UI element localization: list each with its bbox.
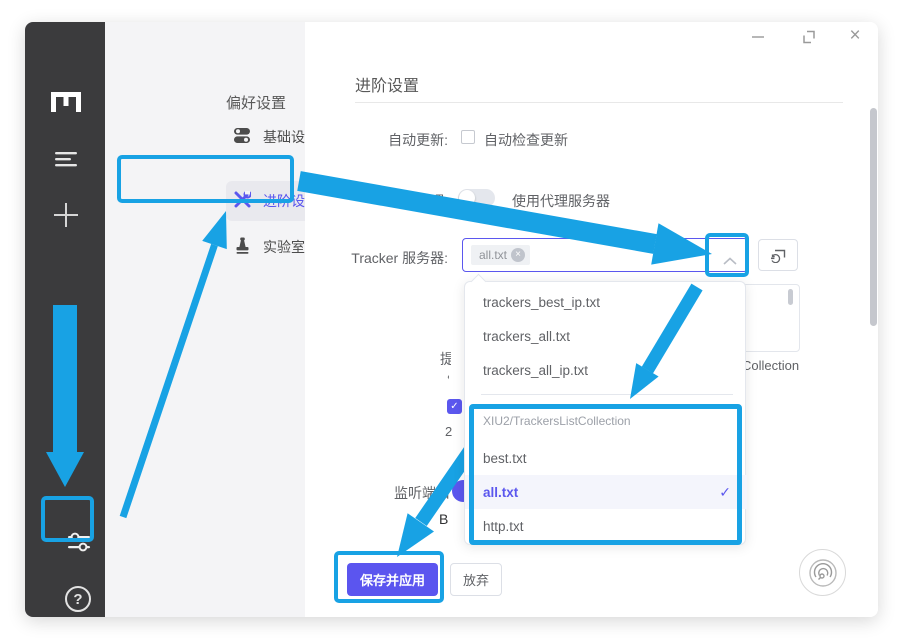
minimize-icon: [752, 36, 764, 38]
maximize-button[interactable]: [799, 27, 819, 47]
dropdown-divider: [481, 394, 733, 395]
dropdown-option[interactable]: best.txt: [465, 441, 747, 475]
toggle-knob: [459, 190, 475, 206]
selected-tracker-tag: all.txt ×: [471, 245, 530, 265]
tag-label: all.txt: [479, 248, 507, 262]
hidden-checkbox-fragment: ✓: [447, 399, 462, 414]
discard-button[interactable]: 放弃: [450, 563, 502, 596]
dropdown-group-label: XIU2/TrackersListCollection: [483, 414, 631, 428]
hidden-text-fragment: 2: [445, 424, 452, 439]
dropdown-option[interactable]: trackers_all.txt: [465, 319, 747, 353]
sync-tracker-button[interactable]: [758, 239, 798, 271]
check-icon: ✓: [719, 484, 731, 501]
auto-update-checkbox[interactable]: [461, 130, 475, 144]
preferences-panel: 偏好设置 基础设置 进阶设置: [105, 22, 305, 617]
minimize-button[interactable]: [748, 27, 768, 47]
auto-update-label: 自动更新:: [330, 130, 448, 150]
lab-icon: [234, 237, 251, 257]
basic-settings-icon: [234, 127, 251, 147]
proxy-label: 代理:: [330, 191, 448, 211]
proxy-switch-label: 使用代理服务器: [512, 191, 610, 211]
dropdown-option-selected[interactable]: all.txt ✓: [465, 475, 747, 509]
option-label: all.txt: [483, 485, 518, 500]
screenshot-stage: ? 偏好设置 基础设置: [0, 0, 906, 643]
speedometer-icon: [808, 558, 838, 588]
task-list-icon[interactable]: [54, 150, 78, 168]
speed-gauge-button[interactable]: [799, 549, 846, 596]
textarea-scrollbar[interactable]: [788, 289, 793, 305]
dropdown-option[interactable]: trackers_best_ip.txt: [465, 285, 747, 319]
proxy-toggle[interactable]: [458, 189, 495, 207]
app-sidebar: ?: [25, 22, 105, 617]
tracker-dropdown: trackers_best_ip.txt trackers_all.txt tr…: [464, 281, 746, 545]
trackers-collection-link-fragment[interactable]: Collection: [742, 358, 799, 373]
add-task-icon[interactable]: [53, 177, 79, 252]
chevron-up-icon[interactable]: [723, 252, 737, 270]
advanced-settings-icon: [234, 191, 251, 211]
tracker-label: Tracker 服务器:: [330, 248, 448, 268]
tag-remove-icon[interactable]: ×: [511, 248, 525, 262]
main-scrollbar[interactable]: [870, 108, 877, 326]
hidden-text-fragment: 〈: [440, 367, 449, 386]
save-apply-button[interactable]: 保存并应用: [347, 563, 438, 596]
hidden-text-fragment: B: [439, 511, 448, 527]
sync-icon: [770, 248, 787, 263]
close-icon: ×: [849, 25, 860, 47]
page-title: 进阶设置: [355, 72, 419, 96]
sidebar-item-label: 实验室: [263, 237, 305, 257]
close-button[interactable]: ×: [845, 26, 865, 46]
maximize-icon: [802, 30, 816, 44]
listen-port-label: 监听端口: [340, 483, 450, 503]
title-divider: [355, 102, 843, 103]
dropdown-option[interactable]: trackers_all_ip.txt: [465, 353, 747, 387]
auto-update-checkbox-label: 自动检查更新: [484, 130, 568, 150]
help-icon[interactable]: ?: [52, 564, 104, 634]
panel-title: 偏好设置: [226, 92, 286, 113]
motrix-logo-icon: [49, 89, 83, 115]
dropdown-option[interactable]: http.txt: [465, 509, 747, 543]
hidden-text-fragment: 提: [440, 349, 451, 369]
tracker-select[interactable]: all.txt ×: [462, 238, 748, 272]
help-question-glyph: ?: [65, 586, 91, 612]
